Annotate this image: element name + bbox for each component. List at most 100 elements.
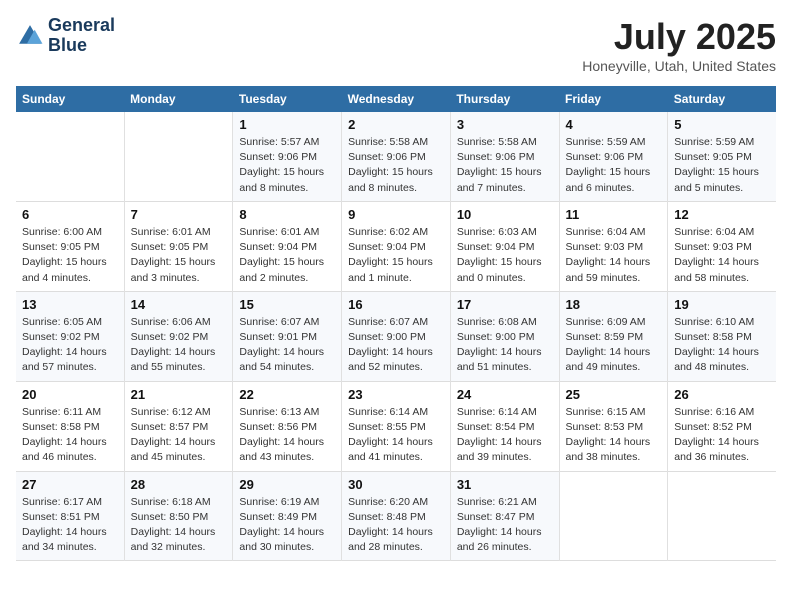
- day-number: 11: [566, 207, 662, 222]
- day-info: Sunrise: 6:07 AM Sunset: 9:01 PM Dayligh…: [239, 315, 335, 376]
- calendar-cell: 9 Sunrise: 6:02 AM Sunset: 9:04 PM Daylig…: [342, 201, 451, 291]
- calendar-cell: 11 Sunrise: 6:04 AM Sunset: 9:03 PM Dayli…: [559, 201, 668, 291]
- day-number: 4: [566, 117, 662, 132]
- title-block: July 2025 Honeyville, Utah, United State…: [582, 16, 776, 74]
- calendar-cell: 23 Sunrise: 6:14 AM Sunset: 8:55 PM Dayli…: [342, 381, 451, 471]
- day-number: 28: [131, 477, 227, 492]
- weekday-header-saturday: Saturday: [668, 86, 776, 112]
- calendar-cell: 6 Sunrise: 6:00 AM Sunset: 9:05 PM Daylig…: [16, 201, 124, 291]
- calendar-cell: 24Sunrise: 6:14 AM Sunset: 8:54 PM Dayli…: [450, 381, 559, 471]
- day-number: 24: [457, 387, 553, 402]
- calendar-cell: 20 Sunrise: 6:11 AM Sunset: 8:58 PM Dayli…: [16, 381, 124, 471]
- day-info: Sunrise: 5:59 AM Sunset: 9:06 PM Dayligh…: [566, 135, 662, 196]
- day-number: 20: [22, 387, 118, 402]
- day-number: 22: [239, 387, 335, 402]
- calendar-cell: 18 Sunrise: 6:09 AM Sunset: 8:59 PM Dayli…: [559, 291, 668, 381]
- calendar-cell: 27 Sunrise: 6:17 AM Sunset: 8:51 PM Dayli…: [16, 471, 124, 561]
- day-number: 13: [22, 297, 118, 312]
- day-number: 5: [674, 117, 770, 132]
- calendar-cell: 19 Sunrise: 6:10 AM Sunset: 8:58 PM Dayli…: [668, 291, 776, 381]
- day-info: Sunrise: 6:06 AM Sunset: 9:02 PM Dayligh…: [131, 315, 227, 376]
- day-number: 30: [348, 477, 444, 492]
- day-info: Sunrise: 6:20 AM Sunset: 8:48 PM Dayligh…: [348, 495, 444, 556]
- weekday-header-tuesday: Tuesday: [233, 86, 342, 112]
- day-info: Sunrise: 5:59 AM Sunset: 9:05 PM Dayligh…: [674, 135, 770, 196]
- day-info: Sunrise: 5:58 AM Sunset: 9:06 PM Dayligh…: [457, 135, 553, 196]
- day-info: Sunrise: 6:05 AM Sunset: 9:02 PM Dayligh…: [22, 315, 118, 376]
- day-info: Sunrise: 6:08 AM Sunset: 9:00 PM Dayligh…: [457, 315, 553, 376]
- calendar-cell: 5 Sunrise: 5:59 AM Sunset: 9:05 PM Daylig…: [668, 112, 776, 201]
- calendar-cell: 21 Sunrise: 6:12 AM Sunset: 8:57 PM Dayli…: [124, 381, 233, 471]
- day-info: Sunrise: 6:15 AM Sunset: 8:53 PM Dayligh…: [566, 405, 662, 466]
- calendar-cell: 10Sunrise: 6:03 AM Sunset: 9:04 PM Dayli…: [450, 201, 559, 291]
- weekday-header-sunday: Sunday: [16, 86, 124, 112]
- day-info: Sunrise: 6:01 AM Sunset: 9:05 PM Dayligh…: [131, 225, 227, 286]
- calendar-cell: [124, 112, 233, 201]
- day-number: 19: [674, 297, 770, 312]
- logo: General Blue: [16, 16, 115, 56]
- day-info: Sunrise: 6:00 AM Sunset: 9:05 PM Dayligh…: [22, 225, 118, 286]
- calendar-cell: 30 Sunrise: 6:20 AM Sunset: 8:48 PM Dayli…: [342, 471, 451, 561]
- day-info: Sunrise: 5:57 AM Sunset: 9:06 PM Dayligh…: [239, 135, 335, 196]
- calendar-cell: 22 Sunrise: 6:13 AM Sunset: 8:56 PM Dayli…: [233, 381, 342, 471]
- day-number: 21: [131, 387, 227, 402]
- calendar-cell: 29Sunrise: 6:19 AM Sunset: 8:49 PM Dayli…: [233, 471, 342, 561]
- calendar-cell: 7 Sunrise: 6:01 AM Sunset: 9:05 PM Daylig…: [124, 201, 233, 291]
- calendar-cell: 8 Sunrise: 6:01 AM Sunset: 9:04 PM Daylig…: [233, 201, 342, 291]
- day-info: Sunrise: 6:10 AM Sunset: 8:58 PM Dayligh…: [674, 315, 770, 376]
- day-info: Sunrise: 6:07 AM Sunset: 9:00 PM Dayligh…: [348, 315, 444, 376]
- calendar-cell: 17 Sunrise: 6:08 AM Sunset: 9:00 PM Dayli…: [450, 291, 559, 381]
- day-info: Sunrise: 6:04 AM Sunset: 9:03 PM Dayligh…: [674, 225, 770, 286]
- day-number: 31: [457, 477, 553, 492]
- day-number: 6: [22, 207, 118, 222]
- logo-icon: [16, 22, 44, 50]
- day-info: Sunrise: 6:14 AM Sunset: 8:55 PM Dayligh…: [348, 405, 444, 466]
- day-number: 1: [239, 117, 335, 132]
- day-number: 12: [674, 207, 770, 222]
- day-number: 25: [566, 387, 662, 402]
- day-number: 18: [566, 297, 662, 312]
- day-number: 17: [457, 297, 553, 312]
- calendar-cell: 15 Sunrise: 6:07 AM Sunset: 9:01 PM Dayli…: [233, 291, 342, 381]
- weekday-header-thursday: Thursday: [450, 86, 559, 112]
- calendar-cell: 2 Sunrise: 5:58 AM Sunset: 9:06 PM Daylig…: [342, 112, 451, 201]
- day-number: 27: [22, 477, 118, 492]
- day-info: Sunrise: 6:21 AM Sunset: 8:47 PM Dayligh…: [457, 495, 553, 556]
- day-info: Sunrise: 6:12 AM Sunset: 8:57 PM Dayligh…: [131, 405, 227, 466]
- day-number: 26: [674, 387, 770, 402]
- day-info: Sunrise: 5:58 AM Sunset: 9:06 PM Dayligh…: [348, 135, 444, 196]
- calendar-cell: 28 Sunrise: 6:18 AM Sunset: 8:50 PM Dayli…: [124, 471, 233, 561]
- day-number: 23: [348, 387, 444, 402]
- calendar-cell: [16, 112, 124, 201]
- calendar-cell: 14 Sunrise: 6:06 AM Sunset: 9:02 PM Dayli…: [124, 291, 233, 381]
- day-number: 7: [131, 207, 227, 222]
- location-title: Honeyville, Utah, United States: [582, 58, 776, 74]
- month-title: July 2025: [582, 16, 776, 58]
- calendar-cell: 4 Sunrise: 5:59 AM Sunset: 9:06 PM Daylig…: [559, 112, 668, 201]
- day-number: 2: [348, 117, 444, 132]
- day-info: Sunrise: 6:11 AM Sunset: 8:58 PM Dayligh…: [22, 405, 118, 466]
- calendar-table: SundayMondayTuesdayWednesdayThursdayFrid…: [16, 86, 776, 561]
- day-info: Sunrise: 6:13 AM Sunset: 8:56 PM Dayligh…: [239, 405, 335, 466]
- day-number: 9: [348, 207, 444, 222]
- day-number: 14: [131, 297, 227, 312]
- day-number: 15: [239, 297, 335, 312]
- page-header: General Blue July 2025 Honeyville, Utah,…: [16, 16, 776, 74]
- weekday-header-wednesday: Wednesday: [342, 86, 451, 112]
- day-info: Sunrise: 6:01 AM Sunset: 9:04 PM Dayligh…: [239, 225, 335, 286]
- calendar-cell: 25 Sunrise: 6:15 AM Sunset: 8:53 PM Dayli…: [559, 381, 668, 471]
- day-number: 8: [239, 207, 335, 222]
- day-info: Sunrise: 6:02 AM Sunset: 9:04 PM Dayligh…: [348, 225, 444, 286]
- day-info: Sunrise: 6:09 AM Sunset: 8:59 PM Dayligh…: [566, 315, 662, 376]
- day-info: Sunrise: 6:18 AM Sunset: 8:50 PM Dayligh…: [131, 495, 227, 556]
- calendar-cell: [559, 471, 668, 561]
- calendar-cell: 13 Sunrise: 6:05 AM Sunset: 9:02 PM Dayli…: [16, 291, 124, 381]
- logo-text: General Blue: [48, 16, 115, 56]
- day-number: 29: [239, 477, 335, 492]
- day-info: Sunrise: 6:03 AM Sunset: 9:04 PM Dayligh…: [457, 225, 553, 286]
- day-info: Sunrise: 6:17 AM Sunset: 8:51 PM Dayligh…: [22, 495, 118, 556]
- calendar-cell: 1 Sunrise: 5:57 AM Sunset: 9:06 PM Daylig…: [233, 112, 342, 201]
- day-info: Sunrise: 6:16 AM Sunset: 8:52 PM Dayligh…: [674, 405, 770, 466]
- day-info: Sunrise: 6:04 AM Sunset: 9:03 PM Dayligh…: [566, 225, 662, 286]
- calendar-cell: [668, 471, 776, 561]
